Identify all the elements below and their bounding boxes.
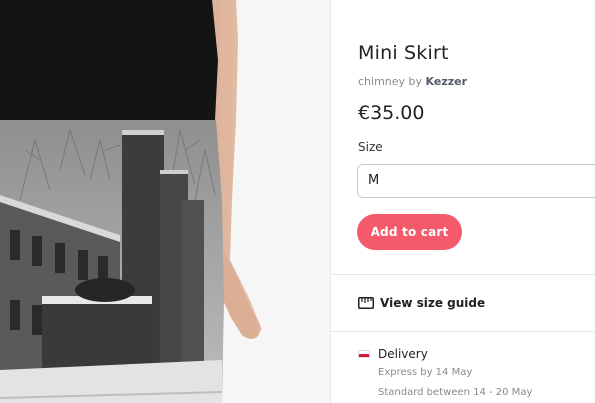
section-divider — [331, 331, 595, 332]
poland-flag-icon — [358, 350, 370, 358]
size-select[interactable]: M — [357, 164, 595, 198]
delivery-section: Delivery Express by 14 May Standard betw… — [358, 347, 532, 398]
product-price: €35.00 — [358, 102, 425, 124]
byline-prefix: chimney by — [358, 75, 426, 88]
size-guide-label: View size guide — [380, 296, 486, 310]
delivery-heading: Delivery — [378, 347, 428, 361]
size-selected-value: M — [368, 173, 380, 188]
size-label: Size — [358, 140, 383, 154]
add-to-cart-button[interactable]: Add to cart — [357, 214, 462, 250]
delivery-standard: Standard between 14 - 20 May — [378, 387, 533, 398]
section-divider — [331, 274, 595, 275]
ruler-icon — [358, 297, 374, 309]
delivery-express: Express by 14 May — [378, 367, 473, 378]
product-byline: chimney by Kezzer — [358, 75, 467, 88]
product-image — [0, 0, 330, 403]
product-details: Mini Skirt chimney by Kezzer €35.00 Size… — [331, 0, 595, 403]
artist-link[interactable]: Kezzer — [426, 75, 467, 88]
product-title: Mini Skirt — [358, 42, 449, 64]
size-guide-link[interactable]: View size guide — [358, 294, 485, 312]
skirt-photo — [0, 0, 330, 403]
